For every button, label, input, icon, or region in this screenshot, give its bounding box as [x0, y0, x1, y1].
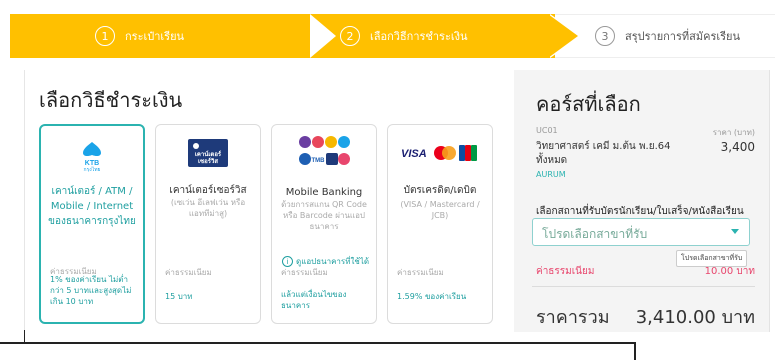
- fee-label: ค่าธรรมเนียม: [165, 268, 212, 277]
- step-cart[interactable]: 1 กระเป๋าเรียน: [10, 14, 340, 58]
- step-label: เลือกวิธีการชำระเงิน: [370, 30, 468, 43]
- bank-logos-icon: TMB: [297, 135, 351, 171]
- summary-fee-label: ค่าธรรมเนียม: [536, 266, 595, 277]
- fee-value: 15 บาท: [165, 292, 193, 301]
- page: 1 กระเป๋าเรียน 2 เลือกวิธีการชำระเงิน 3 …: [0, 0, 779, 360]
- svg-text:VISA: VISA: [401, 148, 427, 160]
- price-header: ราคา (บาท): [712, 128, 755, 137]
- step-label: สรุปรายการที่สมัครเรียน: [625, 30, 740, 43]
- order-summary-panel: คอร์สที่เลือก UC01 ราคา (บาท) วิทยาศาสตร…: [514, 70, 770, 332]
- payment-option-name: Mobile Banking: [285, 187, 363, 198]
- payment-option-ktb[interactable]: KTB กรุงไทย เคาน์เตอร์ / ATM / Mobile / …: [39, 124, 145, 324]
- payment-option-desc: ด้วยการสแกน QR Code หรือ Barcode ผ่านแอป…: [281, 200, 367, 231]
- payment-title: เลือกวิธีชำระเงิน: [39, 88, 183, 112]
- course-name: วิทยาศาสตร์ เคมี ม.ต้น พ.ย.64 ทั้งหมด: [536, 141, 671, 166]
- pickup-location-label: เลือกสถานที่รับบัตรนักเรียน/ใบเสร็จ/หนัง…: [536, 206, 744, 217]
- payment-option-counter-service[interactable]: เคาน์เตอร์ เซอร์วิส เคาน์เตอร์เซอร์วิส (…: [155, 124, 261, 324]
- payment-option-mobile-banking[interactable]: TMB Mobile Banking ด้วยการสแกน QR Code ห…: [271, 124, 377, 324]
- total-label: ราคารวม: [536, 307, 610, 328]
- frame-edge: [634, 342, 636, 360]
- step-number: 3: [595, 26, 615, 46]
- payment-option-name: เคาน์เตอร์ / ATM / Mobile / Internet ของ…: [48, 186, 136, 227]
- svg-text:เคาน์เตอร์: เคาน์เตอร์: [195, 150, 222, 158]
- fee-value: แล้วแต่เงื่อนไขของธนาคาร: [281, 290, 347, 310]
- payment-option-card[interactable]: VISA บัตรเครดิต/เดบิต (VISA / Mastercard…: [387, 124, 493, 324]
- svg-text:TMB: TMB: [312, 158, 326, 164]
- fee-value: 1% ของค่าเรียน ไม่ต่ำกว่า 5 บาทและสูงสุด…: [50, 275, 132, 306]
- counter-service-logo-icon: เคาน์เตอร์ เซอร์วิส: [188, 139, 228, 171]
- frame-edge: [24, 330, 25, 342]
- svg-text:กรุงไทย: กรุงไทย: [84, 166, 101, 172]
- payment-option-name: บัตรเครดิต/เดบิต: [403, 185, 477, 196]
- fee-label: ค่าธรรมเนียม: [397, 268, 444, 277]
- total-value: 3,410.00 บาท: [635, 307, 755, 328]
- svg-text:เซอร์วิส: เซอร์วิส: [198, 157, 218, 165]
- payment-option-desc: (เซเว่น อีเลฟเว่น หรือ แอททีม่าสู): [170, 198, 246, 218]
- fee-value: 1.59% ของค่าเรียน: [397, 292, 467, 301]
- course-tag: AURUM: [536, 170, 566, 179]
- divider: [532, 286, 755, 287]
- step-summary[interactable]: 3 สรุปรายการที่สมัครเรียน: [555, 14, 775, 58]
- summary-title: คอร์สที่เลือก: [536, 92, 641, 116]
- course-price: 3,400: [720, 140, 755, 154]
- summary-fee-value: 10.00 บาท: [704, 266, 755, 277]
- svg-text:KTB: KTB: [85, 160, 99, 167]
- course-code: UC01: [536, 126, 558, 135]
- step-number: 2: [340, 26, 360, 46]
- fee-label: ค่าธรรมเนียม: [281, 268, 328, 277]
- checkout-stepper: 1 กระเป๋าเรียน 2 เลือกวิธีการชำระเงิน 3 …: [10, 14, 775, 58]
- pickup-branch-select[interactable]: โปรดเลือกสาขาที่รับ: [532, 218, 750, 246]
- frame-edge: [0, 342, 636, 344]
- chevron-down-icon: [731, 229, 739, 234]
- step-number: 1: [95, 26, 115, 46]
- ktb-logo-icon: KTB กรุงไทย: [75, 140, 109, 176]
- step-label: กระเป๋าเรียน: [125, 30, 185, 43]
- payment-option-name: เคาน์เตอร์เซอร์วิส: [169, 185, 247, 196]
- card-brands-icon: VISA: [401, 143, 479, 167]
- select-placeholder: โปรดเลือกสาขาที่รับ: [542, 227, 648, 241]
- payment-option-desc: (VISA / Mastercard / JCB): [400, 200, 480, 220]
- step-payment-method[interactable]: 2 เลือกวิธีการชำระเงิน: [310, 14, 580, 58]
- payment-method-panel: เลือกวิธีชำระเงิน KTB กรุงไทย เคาน์เตอร์…: [24, 70, 512, 332]
